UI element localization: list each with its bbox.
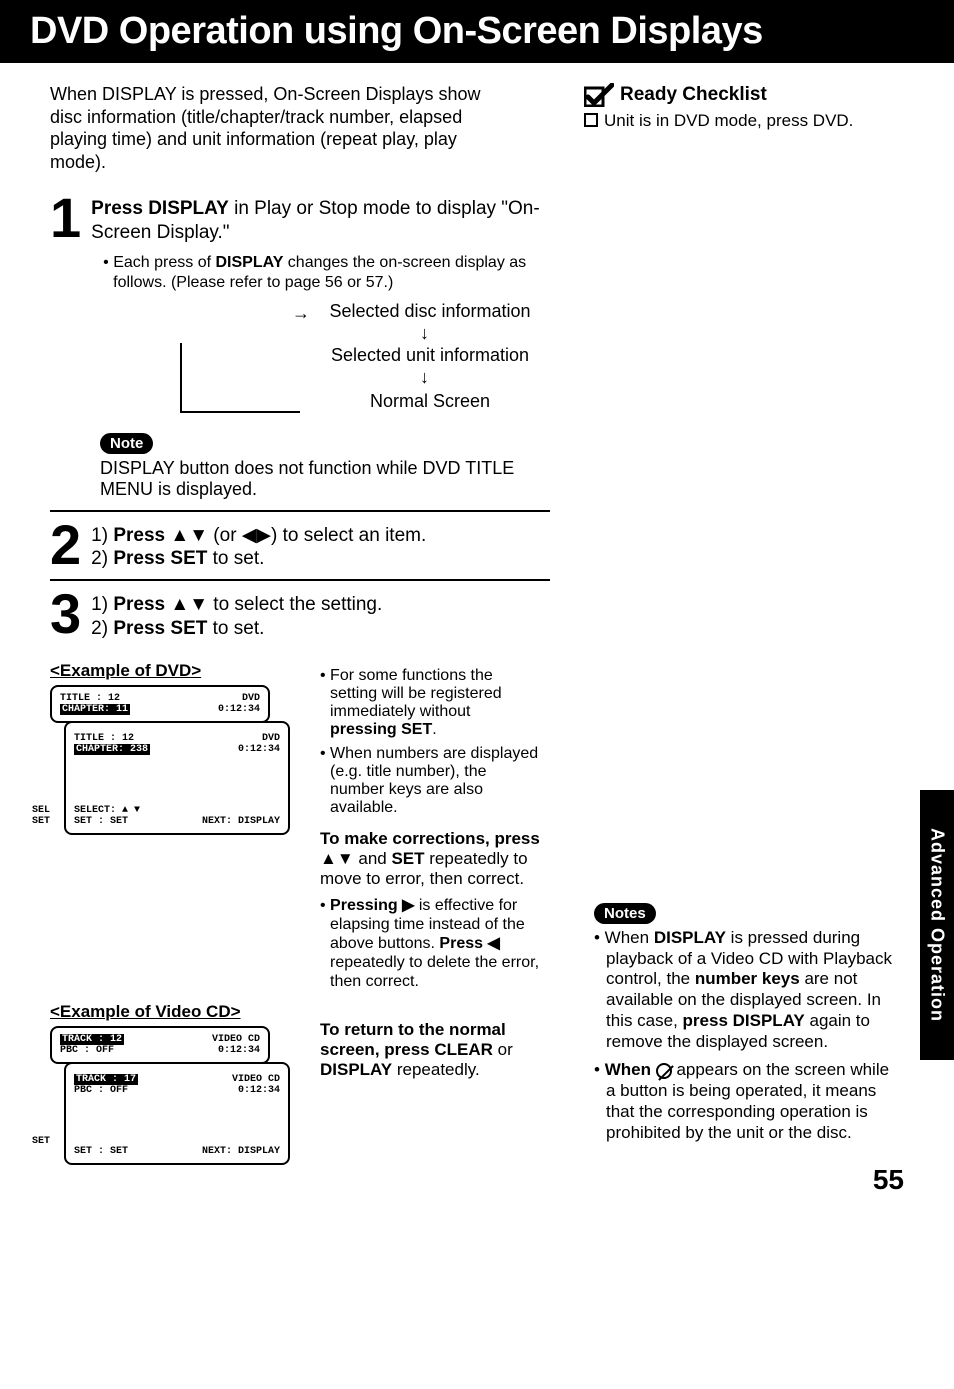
side-tab-label: Advanced Operation: [927, 828, 948, 1022]
notes-item-2: • When appears on the screen while a but…: [594, 1060, 894, 1143]
prohibit-icon: [656, 1063, 672, 1079]
arrow-down-icon: ↓: [420, 323, 429, 344]
arrow-right-icon: →: [292, 303, 310, 324]
divider: [50, 510, 550, 512]
flow-text-1: Selected disc information: [310, 301, 550, 322]
note-text: DISPLAY button does not function while D…: [100, 458, 520, 500]
step-2: 2 1) Press ▲▼ (or ◀▶) to select an item.…: [50, 520, 550, 572]
flow-text-2: Selected unit information: [310, 345, 550, 366]
example-vcd-header: <Example of Video CD>: [50, 1002, 290, 1022]
flow-text-3: Normal Screen: [310, 391, 550, 412]
notes-column: Notes • When DISPLAY is pressed during p…: [594, 903, 894, 1151]
step-number-2: 2: [50, 520, 81, 570]
checklist-title: Ready Checklist: [620, 84, 767, 106]
ready-checklist: Ready Checklist Unit is in DVD mode, pre…: [584, 83, 894, 131]
corrections-block: To make corrections, press ▲▼ and SET re…: [320, 829, 540, 992]
divider: [50, 579, 550, 581]
side-tab: Advanced Operation: [920, 790, 954, 1060]
intro-text: When DISPLAY is pressed, On-Screen Displ…: [50, 83, 500, 173]
example-side-label: SELSET: [32, 805, 50, 827]
arrow-down-icon: ↓: [420, 367, 429, 388]
example-dvd-header: <Example of DVD>: [50, 661, 290, 681]
step1-bullet: • Each press of DISPLAY changes the on-s…: [103, 253, 550, 293]
example-note-1: • For some functions the setting will be…: [320, 667, 540, 739]
example-side-label: SET: [32, 1136, 50, 1147]
notes-label: Notes: [594, 903, 656, 924]
checkmark-icon: [584, 83, 614, 107]
step-number-1: 1: [50, 193, 81, 243]
step-3: 3 1) Press ▲▼ to select the setting. 2) …: [50, 589, 550, 641]
note-label: Note: [100, 433, 153, 454]
example-vcd-screen: TRACK : 12VIDEO CD PBC : OFF0:12:34 TRAC…: [50, 1026, 290, 1186]
step1-bold: Press DISPLAY: [91, 198, 229, 219]
checklist-item: Unit is in DVD mode, press DVD.: [604, 111, 853, 131]
flow-diagram: → Selected disc information ↓ Selected u…: [180, 303, 550, 423]
example-note-2: • When numbers are displayed (e.g. title…: [320, 745, 540, 817]
checkbox-icon: [584, 113, 598, 127]
page-header: DVD Operation using On-Screen Displays: [0, 0, 954, 63]
notes-item-1: • When DISPLAY is pressed during playbac…: [594, 928, 894, 1052]
return-block: To return to the normal screen, press CL…: [320, 1020, 540, 1080]
step-number-3: 3: [50, 589, 81, 639]
step-1: 1 Press DISPLAY in Play or Stop mode to …: [50, 193, 550, 293]
page-number: 55: [873, 1164, 904, 1196]
example-dvd-screen: TITLE : 12DVD CHAPTER: 110:12:34 TITLE :…: [50, 685, 290, 855]
